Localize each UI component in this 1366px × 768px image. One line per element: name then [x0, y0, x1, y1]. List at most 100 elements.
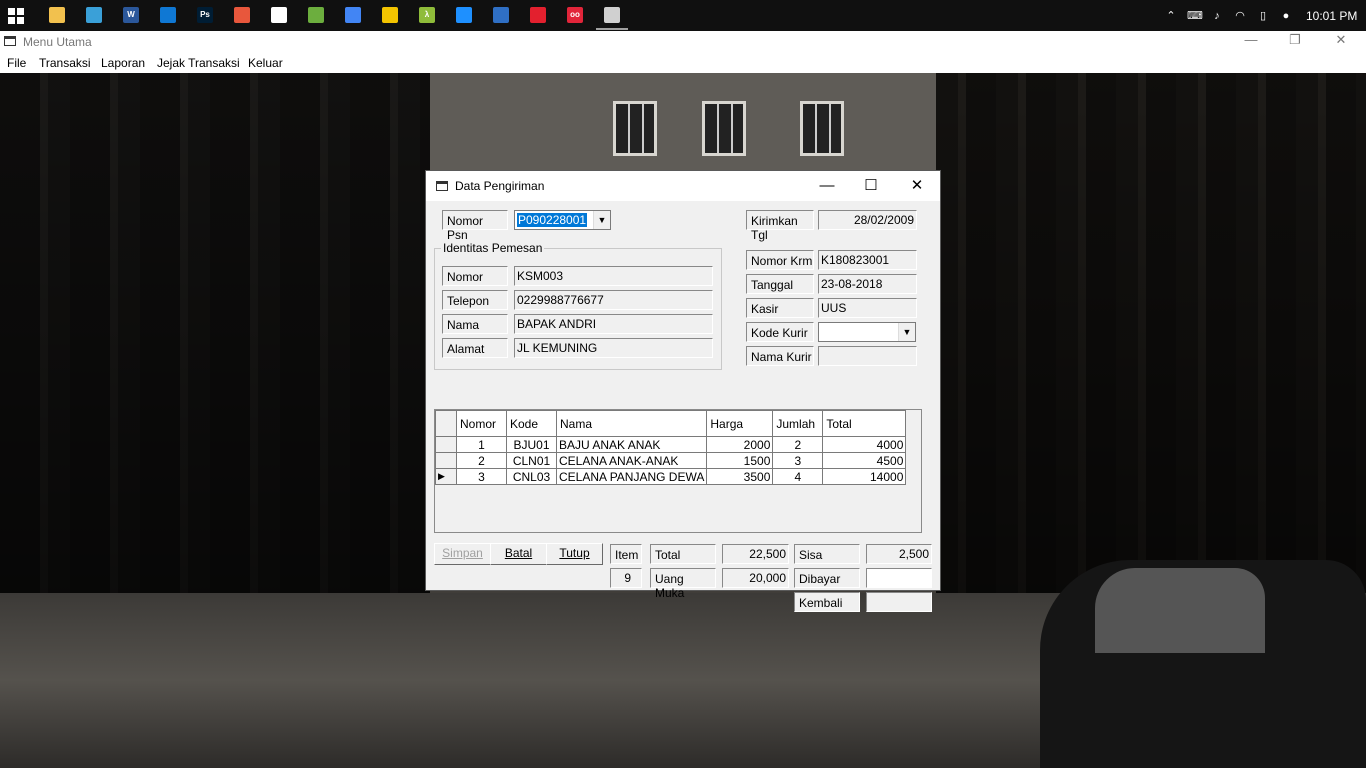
table-row[interactable]: 1 BJU01 BAJU ANAK ANAK 2000 2 4000 — [435, 436, 907, 453]
column-header-nama[interactable]: Nama — [555, 410, 708, 437]
nomor-psn-combo[interactable]: P090228001 ▼ — [514, 210, 611, 230]
chrome-icon[interactable] — [345, 7, 361, 23]
lambda-icon[interactable]: λ — [419, 7, 435, 23]
batal-button[interactable]: Batal — [490, 543, 547, 565]
cell-total[interactable]: 4000 — [822, 436, 907, 453]
cell-harga[interactable]: 2000 — [706, 436, 774, 453]
chevron-up-icon[interactable]: ⌃ — [1164, 9, 1178, 23]
simpan-label: Simpan — [442, 546, 483, 560]
batal-label: Batal — [504, 546, 533, 560]
photoshop-icon[interactable]: Ps — [197, 7, 213, 23]
uang-muka-value: 20,000 — [722, 568, 789, 588]
media-icon[interactable] — [271, 7, 287, 23]
items-datagrid[interactable]: Nomor Kode Nama Harga Jumlah Total 1 BJU… — [434, 409, 922, 533]
column-header-kode[interactable]: Kode — [506, 410, 557, 437]
cell-kode[interactable]: CNL03 — [506, 468, 557, 485]
table-row[interactable]: ▶ 3 CNL03 CELANA PANJANG DEWA 3500 4 140… — [435, 468, 907, 485]
telepon-value: 0229988776677 — [514, 290, 713, 310]
column-header-nomor[interactable]: Nomor — [456, 410, 507, 437]
alamat-label: Alamat — [442, 338, 508, 358]
kode-kurir-combo[interactable]: ▼ — [818, 322, 916, 342]
cell-kode[interactable]: CLN01 — [506, 452, 557, 469]
minimize-icon[interactable]: — — [804, 171, 850, 201]
dialog-titlebar: Data Pengiriman — ☐ ✕ — [426, 171, 940, 201]
cell-kode[interactable]: BJU01 — [506, 436, 557, 453]
nama-label: Nama — [442, 314, 508, 334]
opera-icon[interactable] — [530, 7, 546, 23]
clock[interactable]: 10:01 PM — [1306, 9, 1366, 23]
close-icon[interactable]: ✕ — [894, 171, 940, 201]
simpan-button[interactable]: Simpan — [434, 543, 491, 565]
keyboard-icon[interactable]: ⌨ — [1187, 9, 1203, 23]
network-icon[interactable]: ● — [1279, 9, 1293, 23]
menu-jejak-transaksi[interactable]: Jejak Transaksi — [157, 56, 240, 70]
wifi-icon[interactable]: ◠ — [1233, 9, 1247, 23]
taskbar: W Ps λ oo ⌃ ⌨ ♪ ◠ ▯ ● 10:01 PM — [0, 0, 1366, 31]
dibayar-input[interactable] — [866, 568, 932, 588]
volume-icon[interactable]: ♪ — [1210, 9, 1224, 23]
cell-nama[interactable]: CELANA ANAK-ANAK — [555, 452, 708, 469]
word-icon[interactable]: W — [123, 7, 139, 23]
maximize-icon[interactable]: ☐ — [848, 171, 894, 201]
cell-harga[interactable]: 1500 — [706, 452, 774, 469]
cell-nama[interactable]: CELANA PANJANG DEWA — [555, 468, 708, 485]
column-header-jumlah[interactable]: Jumlah — [772, 410, 824, 437]
cell-nomor[interactable]: 2 — [456, 452, 507, 469]
menu-laporan[interactable]: Laporan — [101, 56, 145, 70]
nomor-psn-value[interactable]: P090228001 — [517, 213, 588, 227]
dropdown-arrow-icon[interactable]: ▼ — [593, 211, 610, 229]
restore-icon[interactable]: ❐ — [1272, 31, 1318, 52]
outlook-icon[interactable] — [160, 7, 176, 23]
column-header-total[interactable]: Total — [822, 410, 907, 437]
remote-app-icon[interactable]: oo — [567, 7, 583, 23]
minimize-icon[interactable]: — — [1228, 31, 1274, 52]
cell-harga[interactable]: 3500 — [706, 468, 774, 485]
main-window-titlebar: Menu Utama — ❐ ✕ — [0, 31, 1366, 52]
kode-kurir-value[interactable] — [821, 325, 823, 339]
menu-file[interactable]: File — [7, 56, 26, 70]
cell-total[interactable]: 14000 — [822, 468, 907, 485]
row-selector[interactable] — [435, 452, 457, 469]
kembali-value — [866, 592, 932, 612]
dialog-title: Data Pengiriman — [455, 179, 545, 193]
building-window — [702, 101, 746, 156]
row-selector[interactable] — [435, 436, 457, 453]
battery-icon[interactable]: ▯ — [1256, 9, 1270, 23]
current-row-pointer-icon[interactable]: ▶ — [435, 468, 457, 485]
windows-start-icon[interactable] — [8, 8, 24, 24]
paint-icon[interactable] — [234, 7, 250, 23]
cell-total[interactable]: 4500 — [822, 452, 907, 469]
tutup-button[interactable]: Tutup — [546, 543, 603, 565]
close-icon[interactable]: ✕ — [1318, 31, 1364, 52]
nomor-label: Nomor — [442, 266, 508, 286]
column-header-harga[interactable]: Harga — [706, 410, 774, 437]
total-label: Total — [650, 544, 716, 564]
telepon-label: Telepon — [442, 290, 508, 310]
vb-app-icon[interactable] — [596, 7, 628, 30]
spreadsheet-icon[interactable] — [308, 7, 324, 23]
cell-nama[interactable]: BAJU ANAK ANAK — [555, 436, 708, 453]
tanggal-value: 23-08-2018 — [818, 274, 917, 294]
kasir-value: UUS — [818, 298, 917, 318]
network-app-icon[interactable] — [493, 7, 509, 23]
file-explorer-icon[interactable] — [49, 7, 65, 23]
cell-nomor[interactable]: 3 — [456, 468, 507, 485]
cell-jumlah[interactable]: 2 — [772, 436, 824, 453]
menubar: File Transaksi Laporan Jejak Transaksi K… — [0, 52, 1366, 73]
cell-jumlah[interactable]: 4 — [772, 468, 824, 485]
table-row[interactable]: 2 CLN01 CELANA ANAK-ANAK 1500 3 4500 — [435, 452, 907, 469]
alamat-value: JL KEMUNING — [514, 338, 713, 358]
menu-transaksi[interactable]: Transaksi — [39, 56, 91, 70]
shield-app-icon[interactable] — [456, 7, 472, 23]
row-selector-header[interactable] — [435, 410, 457, 437]
kode-kurir-label: Kode Kurir — [746, 322, 814, 342]
car-window — [1095, 568, 1265, 653]
notes-icon[interactable] — [382, 7, 398, 23]
cell-jumlah[interactable]: 3 — [772, 452, 824, 469]
app-icon — [4, 36, 16, 46]
cell-nomor[interactable]: 1 — [456, 436, 507, 453]
search-app-icon[interactable] — [86, 7, 102, 23]
dropdown-arrow-icon[interactable]: ▼ — [898, 323, 915, 341]
table-header-row: Nomor Kode Nama Harga Jumlah Total — [435, 410, 907, 437]
menu-keluar[interactable]: Keluar — [248, 56, 283, 70]
